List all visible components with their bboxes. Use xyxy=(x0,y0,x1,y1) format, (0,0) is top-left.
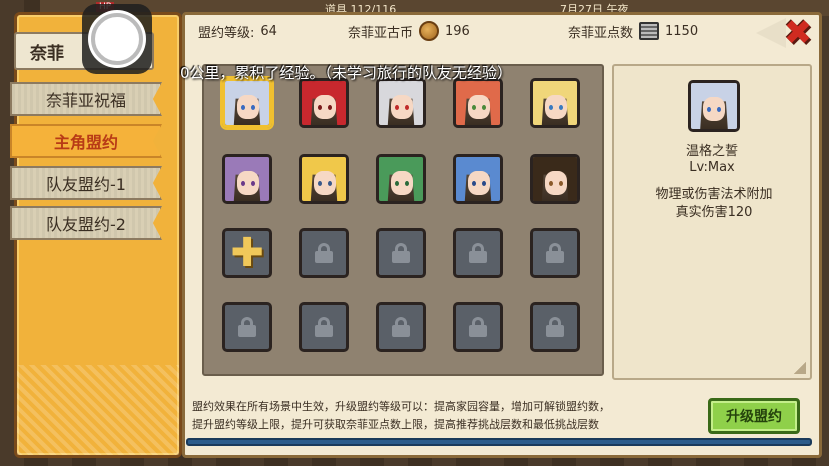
hero-eye xyxy=(251,181,255,186)
hero-eye xyxy=(241,105,245,110)
lock-icon xyxy=(391,317,411,337)
hero-eye xyxy=(405,105,409,110)
hero-portrait xyxy=(456,81,500,125)
hero-eye xyxy=(472,181,476,186)
hero-eye xyxy=(549,181,553,186)
hero-slot[interactable] xyxy=(530,154,580,204)
lock-icon xyxy=(545,317,565,337)
coin-icon xyxy=(419,21,440,41)
hero-eye xyxy=(251,105,255,110)
hero-eye xyxy=(328,105,332,110)
locked-slot[interactable] xyxy=(453,302,503,352)
close-icon[interactable]: ✖ xyxy=(780,13,816,53)
hero-eye xyxy=(472,105,476,110)
stat-bar: 盟约等级: 64 奈菲亚古币 196 奈菲亚点数 1150 xyxy=(186,18,766,44)
explanation-line2: 提升盟约等级上限，提升可获取奈菲亚点数上限，提高推荐挑战层数和最低挑战层数 xyxy=(192,418,599,431)
hero-portrait xyxy=(225,81,269,125)
hero-eye xyxy=(405,181,409,186)
lock-icon xyxy=(314,243,334,263)
lock-icon xyxy=(237,317,257,337)
hero-portrait xyxy=(302,157,346,201)
hero-eye xyxy=(549,105,553,110)
locked-slot[interactable] xyxy=(530,228,580,278)
record-dot-icon xyxy=(91,13,143,65)
hero-portrait xyxy=(456,157,500,201)
record-button[interactable] xyxy=(82,4,152,74)
tab-4[interactable]: 队友盟约-2 xyxy=(10,206,162,240)
hero-portrait xyxy=(225,157,269,201)
covenant-grid: ✚ xyxy=(202,64,604,376)
locked-slot[interactable] xyxy=(376,302,426,352)
hero-slot[interactable] xyxy=(530,78,580,128)
covenant-description: 物理或伤害法术附加 真实伤害120 xyxy=(634,186,794,222)
covenant-info-panel: 温格之誓 Lv:Max 物理或伤害法术附加 真实伤害120 xyxy=(612,64,812,380)
locked-slot[interactable] xyxy=(530,302,580,352)
selected-hero-avatar xyxy=(688,80,740,132)
covenant-level: 盟约等级: 64 xyxy=(198,22,277,41)
hero-eye xyxy=(318,105,322,110)
lock-icon xyxy=(468,243,488,263)
add-slot[interactable]: ✚ xyxy=(222,228,272,278)
lock-icon xyxy=(468,317,488,337)
hero-slot[interactable] xyxy=(453,78,503,128)
explanation-line1: 盟约效果在所有场景中生效，升级盟约等级可以：提高家园容量，增加可解锁盟约数， xyxy=(192,400,610,413)
upgrade-covenant-button[interactable]: 升级盟约 xyxy=(708,398,800,434)
hero-portrait xyxy=(533,81,577,125)
ticket-icon xyxy=(639,22,660,40)
hero-portrait xyxy=(379,81,423,125)
hero-portrait xyxy=(691,83,737,129)
hero-eye xyxy=(559,105,563,110)
panel-pattern xyxy=(17,365,179,455)
covenant-explanation: 盟约效果在所有场景中生效，升级盟约等级可以：提高家园容量，增加可解锁盟约数， 提… xyxy=(186,394,700,438)
locked-slot[interactable] xyxy=(299,302,349,352)
hero-portrait xyxy=(533,157,577,201)
locked-slot[interactable] xyxy=(299,228,349,278)
nephia-coins: 奈菲亚古币 196 xyxy=(348,21,470,41)
lock-icon xyxy=(314,317,334,337)
hero-slot[interactable] xyxy=(222,78,272,128)
covenant-level-label: 盟约等级: xyxy=(198,25,255,41)
hero-slot[interactable] xyxy=(299,78,349,128)
hero-eye xyxy=(717,107,721,112)
covenant-name: 温格之誓 xyxy=(685,144,738,159)
tab-2[interactable]: 主角盟约 xyxy=(10,124,162,158)
hero-eye xyxy=(328,181,332,186)
hero-eye xyxy=(241,181,245,186)
hero-slot[interactable] xyxy=(376,78,426,128)
nephia-points-value: 1150 xyxy=(665,23,699,39)
covenant-description-line2: 真实伤害120 xyxy=(675,205,753,220)
hero-eye xyxy=(707,107,711,112)
nephia-coins-value: 196 xyxy=(445,23,470,39)
locked-slot[interactable] xyxy=(222,302,272,352)
overlay-subtitle: 0公里，累积了经验。（未学习旅行的队友无经验） xyxy=(180,64,513,82)
hero-eye xyxy=(318,181,322,186)
plus-icon: ✚ xyxy=(230,230,264,276)
nephia-points-label: 奈菲亚点数 xyxy=(568,25,634,41)
hero-portrait xyxy=(302,81,346,125)
covenant-description-line1: 物理或伤害法术附加 xyxy=(655,187,773,202)
lock-icon xyxy=(391,243,411,263)
hero-eye xyxy=(559,181,563,186)
hero-eye xyxy=(395,181,399,186)
tab-3[interactable]: 队友盟约-1 xyxy=(10,166,162,200)
hero-slot[interactable] xyxy=(453,154,503,204)
hero-portrait xyxy=(379,157,423,201)
nephia-points: 奈菲亚点数 1150 xyxy=(568,22,698,41)
hero-slot[interactable] xyxy=(222,154,272,204)
covenant-level-value: 64 xyxy=(260,23,277,39)
resize-corner-icon xyxy=(794,362,806,374)
hero-slot[interactable] xyxy=(299,154,349,204)
locked-slot[interactable] xyxy=(376,228,426,278)
lock-icon xyxy=(545,243,565,263)
tab-1[interactable]: 奈菲亚祝福 xyxy=(10,82,162,116)
hero-eye xyxy=(395,105,399,110)
bottom-scrollbar[interactable] xyxy=(186,438,812,446)
hero-eye xyxy=(482,105,486,110)
covenant-level-max: Lv:Max xyxy=(689,160,735,175)
hero-eye xyxy=(482,181,486,186)
hero-slot[interactable] xyxy=(376,154,426,204)
nephia-coins-label: 奈菲亚古币 xyxy=(348,25,414,41)
locked-slot[interactable] xyxy=(453,228,503,278)
